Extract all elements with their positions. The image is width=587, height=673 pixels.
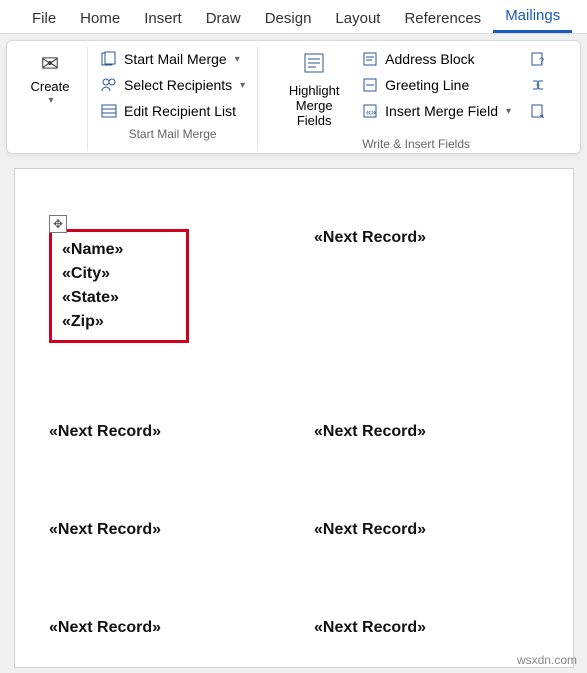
insert-merge-field-button[interactable]: «» Insert Merge Field ▾ bbox=[355, 99, 517, 123]
highlight-label: Highlight Merge Fields bbox=[281, 84, 347, 129]
label-cell-8[interactable]: «Next Record» bbox=[314, 619, 539, 637]
mail-merge-icon bbox=[100, 50, 118, 68]
ribbon-tabs: File Home Insert Draw Design Layout Refe… bbox=[0, 0, 587, 34]
recipients-icon bbox=[100, 76, 118, 94]
chevron-down-icon: ▾ bbox=[506, 106, 511, 117]
merge-field-zip: «Zip» bbox=[62, 310, 176, 334]
envelope-icon: ✉ bbox=[41, 51, 59, 76]
tab-draw[interactable]: Draw bbox=[194, 4, 253, 33]
update-labels-button[interactable] bbox=[523, 99, 553, 123]
tab-design[interactable]: Design bbox=[253, 4, 324, 33]
group-create: ✉ Create ▾ bbox=[13, 47, 88, 151]
address-block-label: Address Block bbox=[385, 51, 474, 67]
svg-text:«»: «» bbox=[366, 107, 376, 117]
group-label-start: Start Mail Merge bbox=[129, 127, 217, 141]
select-recipients-label: Select Recipients bbox=[124, 77, 232, 93]
insert-merge-field-icon: «» bbox=[361, 102, 379, 120]
chevron-down-icon: ▾ bbox=[240, 80, 245, 91]
rules-icon: ? bbox=[529, 50, 547, 68]
tab-mailings[interactable]: Mailings bbox=[493, 1, 572, 33]
greeting-line-label: Greeting Line bbox=[385, 77, 469, 93]
start-mail-merge-label: Start Mail Merge bbox=[124, 51, 227, 67]
select-recipients-button[interactable]: Select Recipients ▾ bbox=[94, 73, 251, 97]
document-page[interactable]: ✥ «Name» «City» «State» «Zip» «Next Reco… bbox=[14, 168, 574, 668]
rules-button[interactable]: ? bbox=[523, 47, 553, 71]
tab-insert[interactable]: Insert bbox=[132, 4, 194, 33]
label-cell-1[interactable]: «Name» «City» «State» «Zip» bbox=[49, 229, 274, 343]
group-write-insert: Highlight Merge Fields Address Block Gre… bbox=[258, 47, 574, 151]
address-block-button[interactable]: Address Block bbox=[355, 47, 517, 71]
edit-recipient-list-button[interactable]: Edit Recipient List bbox=[94, 99, 251, 123]
label-cell-6[interactable]: «Next Record» bbox=[314, 521, 539, 539]
tab-references[interactable]: References bbox=[392, 4, 493, 33]
create-button[interactable]: ✉ Create ▾ bbox=[19, 47, 81, 111]
group-label-write-insert: Write & Insert Fields bbox=[362, 137, 470, 151]
svg-text:?: ? bbox=[539, 56, 544, 66]
chevron-down-icon: ▾ bbox=[48, 95, 53, 107]
highlight-merge-fields-button[interactable]: Highlight Merge Fields bbox=[279, 47, 349, 133]
label-grid: «Name» «City» «State» «Zip» «Next Record… bbox=[49, 229, 539, 637]
watermark: wsxdn.com bbox=[517, 653, 577, 667]
address-block-icon bbox=[361, 50, 379, 68]
update-labels-icon bbox=[529, 102, 547, 120]
match-fields-icon bbox=[529, 76, 547, 94]
greeting-line-icon bbox=[361, 76, 379, 94]
start-mail-merge-button[interactable]: Start Mail Merge ▾ bbox=[94, 47, 251, 71]
merge-field-city: «City» bbox=[62, 262, 176, 286]
label-cell-7[interactable]: «Next Record» bbox=[49, 619, 274, 637]
tab-layout[interactable]: Layout bbox=[323, 4, 392, 33]
merge-field-block: «Name» «City» «State» «Zip» bbox=[49, 229, 189, 343]
tab-file[interactable]: File bbox=[20, 4, 68, 33]
edit-list-icon bbox=[100, 102, 118, 120]
table-move-handle[interactable]: ✥ bbox=[49, 215, 67, 233]
chevron-down-icon: ▾ bbox=[235, 54, 240, 65]
edit-recipient-list-label: Edit Recipient List bbox=[124, 103, 236, 119]
greeting-line-button[interactable]: Greeting Line bbox=[355, 73, 517, 97]
ribbon: ✉ Create ▾ Start Mail Merge ▾ Select Rec… bbox=[6, 40, 581, 154]
insert-merge-field-label: Insert Merge Field bbox=[385, 103, 498, 119]
label-cell-2[interactable]: «Next Record» bbox=[314, 229, 539, 343]
highlight-icon bbox=[302, 51, 326, 80]
match-fields-button[interactable] bbox=[523, 73, 553, 97]
label-cell-4[interactable]: «Next Record» bbox=[314, 423, 539, 441]
create-label: Create bbox=[30, 80, 69, 95]
merge-field-state: «State» bbox=[62, 286, 176, 310]
merge-field-name: «Name» bbox=[62, 238, 176, 262]
label-cell-5[interactable]: «Next Record» bbox=[49, 521, 274, 539]
group-start-mail-merge: Start Mail Merge ▾ Select Recipients ▾ E… bbox=[88, 47, 258, 151]
tab-home[interactable]: Home bbox=[68, 4, 132, 33]
label-cell-3[interactable]: «Next Record» bbox=[49, 423, 274, 441]
